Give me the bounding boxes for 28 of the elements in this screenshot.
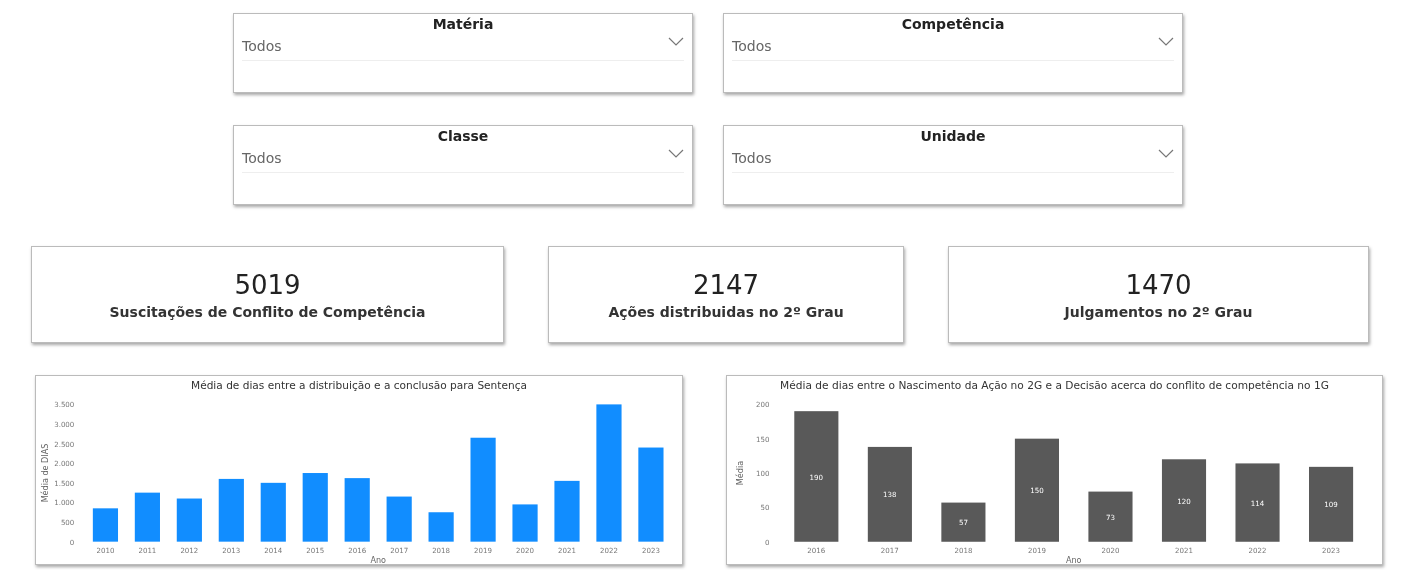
axis-label: Ano — [370, 555, 386, 564]
filter-dropdown[interactable]: Competência Todos — [723, 13, 1183, 93]
kpi-label: Ações distribuidas no 2º Grau — [608, 303, 844, 320]
kpi-value: 1470 — [1125, 269, 1192, 300]
filter-value: Todos — [732, 150, 772, 166]
chart-title: Média de dias entre a distribuição e a conclusão para Sentença — [191, 379, 527, 392]
chart-title: Média de dias entre o Nascimento da Ação no 2G e a Decisão acerca do conflito de competência no 1G — [780, 379, 1329, 393]
filter-dropdown[interactable]: Matéria Todos — [233, 13, 693, 93]
filter-label: Competência — [900, 16, 1006, 32]
chevron-down-icon — [1158, 36, 1174, 46]
filter-label: Unidade — [919, 128, 987, 144]
filter-value: Todos — [242, 38, 282, 54]
axis-label: Média de DIAS — [41, 443, 51, 503]
chevron-down-icon — [668, 36, 684, 46]
filter-value: Todos — [242, 150, 282, 166]
kpi-value: 5019 — [234, 269, 301, 300]
kpi-label: Julgamentos no 2º Grau — [1064, 303, 1253, 320]
chevron-down-icon — [1158, 148, 1174, 158]
kpi-value: 2147 — [692, 269, 760, 300]
axis-label: Ano — [1065, 555, 1082, 564]
filter-dropdown[interactable]: Unidade Todos — [723, 125, 1183, 205]
chevron-down-icon — [668, 148, 684, 158]
kpi-label: Suscitações de Conflito de Competência — [109, 303, 426, 320]
axis-label: Média — [735, 460, 746, 486]
filter-label: Matéria — [431, 16, 495, 32]
filter-value: Todos — [732, 38, 772, 54]
filter-label: Classe — [436, 128, 490, 144]
filter-dropdown[interactable]: Classe Todos — [233, 125, 693, 205]
